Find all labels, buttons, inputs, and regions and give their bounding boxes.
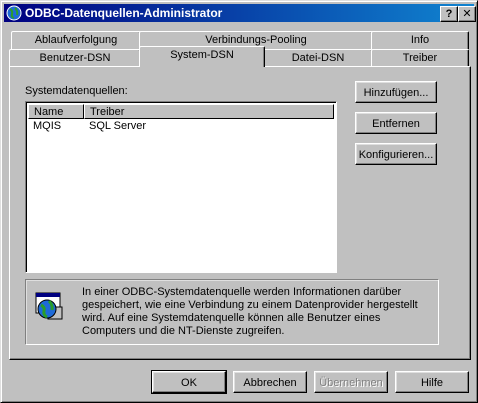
- add-button[interactable]: Hinzufügen...: [355, 81, 437, 103]
- tab-ablaufverfolgung[interactable]: Ablaufverfolgung: [11, 31, 141, 49]
- column-header-treiber[interactable]: Treiber: [84, 104, 334, 119]
- help-title-button[interactable]: ?: [440, 6, 458, 22]
- info-box: In einer ODBC-Systemdatenquelle werden I…: [25, 279, 439, 345]
- configure-button[interactable]: Konfigurieren...: [355, 143, 437, 165]
- dsn-driver: SQL Server: [89, 120, 147, 132]
- odbc-globe-icon: [6, 5, 22, 21]
- tab-system-dsn[interactable]: System-DSN: [139, 46, 265, 67]
- tab-datei-dsn[interactable]: Datei-DSN: [263, 49, 373, 67]
- column-header-name[interactable]: Name: [28, 104, 84, 119]
- systemdatenquellen-label: Systemdatenquellen:: [25, 85, 128, 97]
- cancel-button[interactable]: Abbrechen: [233, 371, 307, 393]
- tab-info[interactable]: Info: [371, 31, 469, 49]
- odbc-database-globe-icon: [35, 292, 63, 320]
- close-button[interactable]: ✕: [458, 6, 476, 22]
- tab-benutzer-dsn[interactable]: Benutzer-DSN: [9, 49, 141, 67]
- dsn-name: MQIS: [33, 120, 62, 132]
- ok-button[interactable]: OK: [151, 370, 227, 394]
- dialog-window: ODBC-Datenquellen-Administrator ? ✕ Abla…: [0, 0, 478, 403]
- info-text: In einer ODBC-Systemdatenquelle werden I…: [82, 286, 418, 337]
- remove-button[interactable]: Entfernen: [355, 112, 437, 134]
- list-item[interactable]: MQIS SQL Server: [28, 120, 328, 134]
- title-bar[interactable]: ODBC-Datenquellen-Administrator ? ✕: [4, 4, 476, 22]
- dsn-listview[interactable]: Name Treiber MQIS SQL Server: [25, 101, 337, 273]
- help-button[interactable]: Hilfe: [395, 371, 469, 393]
- window-title: ODBC-Datenquellen-Administrator: [25, 6, 223, 20]
- tab-treiber[interactable]: Treiber: [371, 49, 469, 67]
- apply-button[interactable]: Übernehmen: [314, 371, 388, 393]
